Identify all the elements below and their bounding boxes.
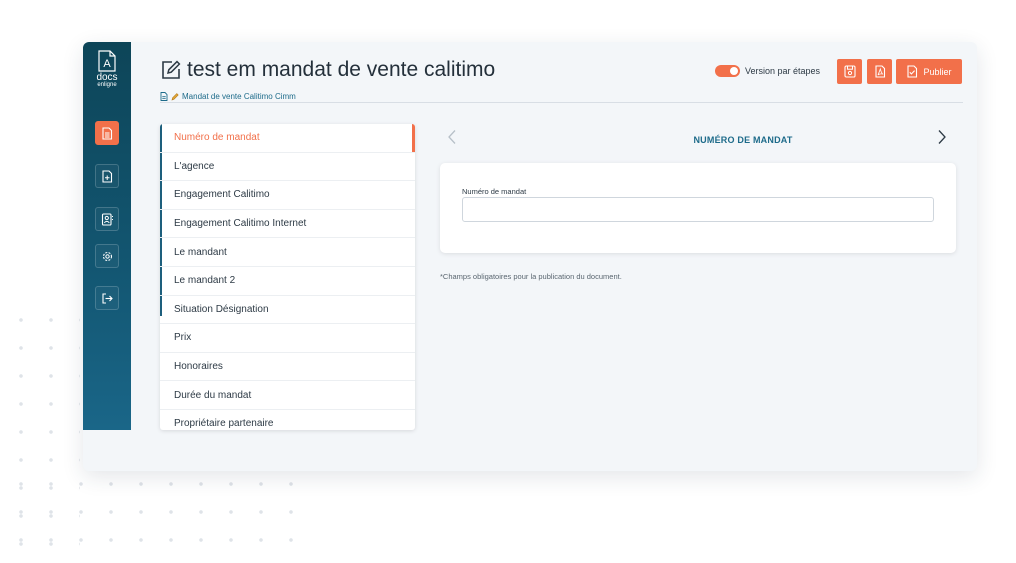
template-name: Mandat de vente Calitimo Cimm <box>182 91 296 101</box>
steps-list: Numéro de mandat L'agence Engagement Cal… <box>160 124 415 430</box>
toggle-switch[interactable] <box>715 65 740 77</box>
step-item-duree-du-mandat[interactable]: Durée du mandat <box>160 381 415 410</box>
publish-label: Publier <box>923 66 952 77</box>
previous-step-icon[interactable] <box>445 129 459 145</box>
section-title: NUMÉRO DE MANDAT <box>693 135 793 145</box>
edit-icon <box>162 60 181 79</box>
step-item-situation-designation[interactable]: Situation Désignation <box>160 296 415 325</box>
step-item-numero-de-mandat[interactable]: Numéro de mandat <box>160 124 415 153</box>
document-check-icon <box>907 65 918 78</box>
logout-icon <box>101 292 113 304</box>
pdf-icon <box>874 65 885 78</box>
numero-mandat-input[interactable] <box>462 197 934 222</box>
step-item-prix[interactable]: Prix <box>160 324 415 353</box>
step-item-proprietaire-partenaire[interactable]: Propriétaire partenaire <box>160 410 415 430</box>
document-icon <box>102 126 113 140</box>
step-item-engagement-calitimo[interactable]: Engagement Calitimo <box>160 181 415 210</box>
sidebar-item-logout[interactable] <box>95 286 119 310</box>
publish-button[interactable]: Publier <box>896 59 962 84</box>
sidebar-item-documents[interactable] <box>95 121 119 145</box>
toggle-label: Version par étapes <box>745 66 821 76</box>
save-button[interactable] <box>837 59 862 84</box>
sidebar-item-contacts[interactable] <box>95 207 119 231</box>
sidebar: A docs enligne <box>83 42 131 430</box>
required-fields-note: *Champs obligatoires pour la publication… <box>440 272 622 281</box>
field-label: Numéro de mandat <box>462 187 527 196</box>
app-window: A docs enligne test em mandat de vente c… <box>83 42 977 471</box>
step-item-honoraires[interactable]: Honoraires <box>160 353 415 382</box>
header-divider <box>160 102 963 103</box>
form-card: Numéro de mandat <box>440 163 956 253</box>
document-title: test em mandat de vente calitimo <box>187 58 496 81</box>
logo-document-icon: A <box>98 50 116 72</box>
step-item-agence[interactable]: L'agence <box>160 153 415 182</box>
svg-text:A: A <box>103 58 111 70</box>
logo-text-docs: docs <box>96 72 118 83</box>
steps-version-toggle[interactable]: Version par étapes <box>715 64 820 78</box>
sidebar-item-settings[interactable] <box>95 244 119 268</box>
contact-book-icon <box>101 212 113 226</box>
decorative-dots <box>0 464 300 563</box>
app-logo[interactable]: A docs enligne <box>92 50 122 94</box>
step-item-le-mandant[interactable]: Le mandant <box>160 238 415 267</box>
save-icon <box>843 65 856 78</box>
step-item-engagement-calitimo-internet[interactable]: Engagement Calitimo Internet <box>160 210 415 239</box>
template-link[interactable]: Mandat de vente Calitimo Cimm <box>160 90 296 102</box>
step-item-le-mandant-2[interactable]: Le mandant 2 <box>160 267 415 296</box>
sidebar-item-new-document[interactable] <box>95 164 119 188</box>
logo-text-enligne: enligne <box>97 82 117 88</box>
export-pdf-button[interactable] <box>867 59 892 84</box>
pencil-icon <box>171 92 179 101</box>
next-step-icon[interactable] <box>935 129 949 145</box>
add-document-icon <box>102 169 113 183</box>
gear-icon <box>102 251 112 261</box>
document-icon <box>160 91 168 101</box>
